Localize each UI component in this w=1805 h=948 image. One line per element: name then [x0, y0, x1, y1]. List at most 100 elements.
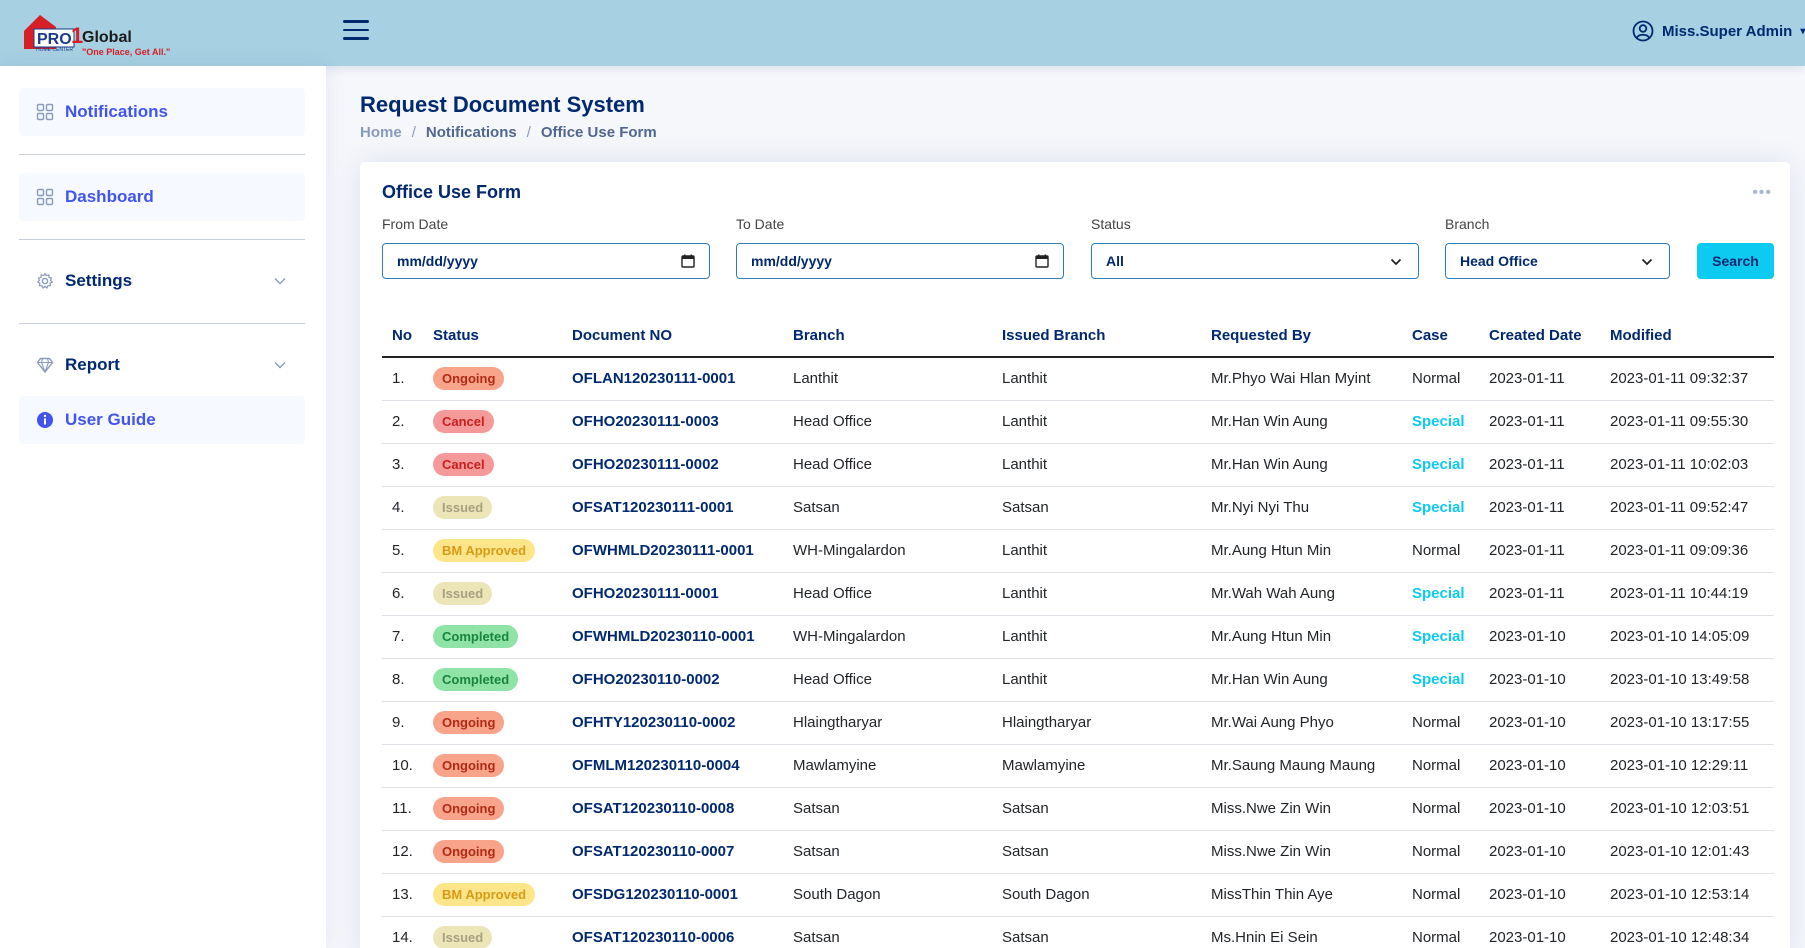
table-row[interactable]: 13. BM Approved OFSDG120230110-0001 South D…	[382, 873, 1774, 917]
status-badge: Issued	[433, 926, 493, 948]
col-document-no-cell[interactable]: OFWHMLD20230111-0001	[562, 529, 783, 573]
col-document-no-cell[interactable]: OFSAT120230110-0007	[562, 830, 783, 874]
col-branch-cell: WH-Mingalardon	[783, 615, 992, 659]
col-document-no-cell[interactable]: OFSAT120230110-0006	[562, 916, 783, 948]
from-date-input[interactable]: mm/dd/yyyy	[382, 243, 710, 279]
sidebar-item-report[interactable]: Report	[19, 341, 305, 389]
col-modified-cell: 2023-01-10 14:05:09	[1600, 615, 1774, 659]
status-badge: BM Approved	[433, 883, 536, 906]
col-document-no-cell[interactable]: OFHO20230111-0003	[562, 400, 783, 444]
col-no-cell: 6.	[382, 572, 423, 616]
col-created-date-header[interactable]: Created Date	[1479, 314, 1600, 358]
col-issued-branch-cell: Lanthit	[992, 615, 1201, 659]
col-issued-branch-cell: Satsan	[992, 830, 1201, 874]
col-document-no-header[interactable]: Document NO	[562, 314, 783, 358]
col-created-date-cell: 2023-01-10	[1479, 615, 1600, 659]
col-issued-branch-header[interactable]: Issued Branch	[992, 314, 1201, 358]
table-row[interactable]: 10. Ongoing OFMLM120230110-0004 Mawlamyine M…	[382, 744, 1774, 788]
col-case-cell: Normal	[1402, 787, 1479, 831]
col-requested-by-cell: Miss.Nwe Zin Win	[1201, 787, 1402, 831]
to-date-input[interactable]: mm/dd/yyyy	[736, 243, 1064, 279]
table-row[interactable]: 14. Issued OFSAT120230110-0006 Satsan Satsan…	[382, 916, 1774, 948]
col-document-no-cell[interactable]: OFHO20230110-0002	[562, 658, 783, 702]
status-badge: Issued	[433, 496, 493, 519]
table-row[interactable]: 2. Cancel OFHO20230111-0003 Head Office Lant…	[382, 400, 1774, 444]
col-modified-cell: 2023-01-11 09:09:36	[1600, 529, 1774, 573]
col-modified-header[interactable]: Modified	[1600, 314, 1774, 358]
col-modified-cell: 2023-01-11 10:02:03	[1600, 443, 1774, 487]
table-row[interactable]: 9. Ongoing OFHTY120230110-0002 Hlaingtharya…	[382, 701, 1774, 745]
sidebar-item-dashboard[interactable]: Dashboard	[19, 173, 305, 221]
col-document-no-cell[interactable]: OFSAT120230110-0008	[562, 787, 783, 831]
col-requested-by-header[interactable]: Requested By	[1201, 314, 1402, 358]
col-no-cell: 7.	[382, 615, 423, 659]
col-issued-branch-cell: Satsan	[992, 787, 1201, 831]
col-status-cell: BM Approved	[423, 873, 562, 917]
search-button[interactable]: Search	[1697, 243, 1774, 279]
col-document-no-cell[interactable]: OFWHMLD20230110-0001	[562, 615, 783, 659]
table-row[interactable]: 5. BM Approved OFWHMLD20230111-0001 WH-Ming…	[382, 529, 1774, 573]
sidebar-item-user-guide[interactable]: User Guide	[19, 396, 305, 444]
col-issued-branch-cell: Lanthit	[992, 658, 1201, 702]
table-row[interactable]: 11. Ongoing OFSAT120230110-0008 Satsan Satsa…	[382, 787, 1774, 831]
svg-text:"One Place, Get All.": "One Place, Get All."	[82, 47, 170, 57]
table-row[interactable]: 7. Completed OFWHMLD20230110-0001 WH-Mingal…	[382, 615, 1774, 659]
col-modified-cell: 2023-01-11 10:44:19	[1600, 572, 1774, 616]
col-issued-branch-cell: Lanthit	[992, 529, 1201, 573]
col-document-no-cell[interactable]: OFHO20230111-0002	[562, 443, 783, 487]
table-row[interactable]: 6. Issued OFHO20230111-0001 Head Office Lant…	[382, 572, 1774, 616]
branch-select[interactable]: Head Office	[1445, 243, 1670, 279]
hamburger-icon-line	[343, 37, 369, 40]
col-no-header[interactable]: No	[382, 314, 423, 358]
col-status-cell: Ongoing	[423, 701, 562, 745]
col-modified-cell: 2023-01-10 12:03:51	[1600, 787, 1774, 831]
more-options-icon[interactable]: •••	[1752, 184, 1772, 202]
col-requested-by-cell: Mr.Han Win Aung	[1201, 400, 1402, 444]
sidebar-toggle-button[interactable]	[343, 20, 369, 42]
col-document-no-cell[interactable]: OFLAN120230111-0001	[562, 357, 783, 401]
col-document-no-cell[interactable]: OFHTY120230110-0002	[562, 701, 783, 745]
brand-logo[interactable]: PRO 1 Global HOME CENTER "One Place, Get…	[22, 9, 192, 59]
table-row[interactable]: 12. Ongoing OFSAT120230110-0007 Satsan Satsa…	[382, 830, 1774, 874]
col-case-cell: Special	[1402, 658, 1479, 702]
sidebar-item-notifications[interactable]: Notifications	[19, 88, 305, 136]
col-requested-by-cell: Mr.Saung Maung Maung	[1201, 744, 1402, 788]
col-status-cell: Ongoing	[423, 787, 562, 831]
sidebar-item-label: Settings	[65, 271, 133, 290]
table-row[interactable]: 8. Completed OFHO20230110-0002 Head Office L…	[382, 658, 1774, 702]
status-badge: Ongoing	[433, 840, 505, 863]
col-case-header[interactable]: Case	[1402, 314, 1479, 358]
table-row[interactable]: 1. Ongoing OFLAN120230111-0001 Lanthit Lanth…	[382, 357, 1774, 401]
user-menu[interactable]: Miss.Super Admin ▾	[1632, 20, 1805, 42]
table-row[interactable]: 4. Issued OFSAT120230111-0001 Satsan Satsan M…	[382, 486, 1774, 530]
status-select[interactable]: All	[1091, 243, 1419, 279]
status-badge: Cancel	[433, 453, 494, 476]
col-case-cell: Normal	[1402, 830, 1479, 874]
col-status-header[interactable]: Status	[423, 314, 562, 358]
col-branch-header[interactable]: Branch	[783, 314, 992, 358]
col-branch-cell: Head Office	[783, 443, 992, 487]
col-document-no-cell[interactable]: OFMLM120230110-0004	[562, 744, 783, 788]
grid-icon	[36, 103, 54, 121]
col-branch-cell: Lanthit	[783, 357, 992, 401]
breadcrumb-notifications-link[interactable]: Notifications	[426, 124, 517, 141]
col-requested-by-cell: Mr.Han Win Aung	[1201, 658, 1402, 702]
col-requested-by-cell: Miss.Nwe Zin Win	[1201, 830, 1402, 874]
table-row[interactable]: 3. Cancel OFHO20230111-0002 Head Office Lant…	[382, 443, 1774, 487]
col-modified-cell: 2023-01-10 12:01:43	[1600, 830, 1774, 874]
col-issued-branch-cell: Mawlamyine	[992, 744, 1201, 788]
breadcrumb-home-link[interactable]: Home	[360, 124, 402, 141]
sidebar-item-settings[interactable]: Settings	[19, 257, 305, 305]
col-status-cell: Issued	[423, 916, 562, 948]
col-document-no-cell[interactable]: OFHO20230111-0001	[562, 572, 783, 616]
col-branch-cell: Hlaingtharyar	[783, 701, 992, 745]
status-badge: BM Approved	[433, 539, 536, 562]
table-header-row: No Status Document NO Branch Issued Branch Re…	[382, 314, 1774, 358]
col-no-cell: 5.	[382, 529, 423, 573]
col-document-no-cell[interactable]: OFSDG120230110-0001	[562, 873, 783, 917]
col-issued-branch-cell: Lanthit	[992, 400, 1201, 444]
col-created-date-cell: 2023-01-11	[1479, 357, 1600, 401]
col-document-no-cell[interactable]: OFSAT120230111-0001	[562, 486, 783, 530]
col-issued-branch-cell: Satsan	[992, 486, 1201, 530]
sidebar-item-label: Report	[65, 355, 120, 374]
